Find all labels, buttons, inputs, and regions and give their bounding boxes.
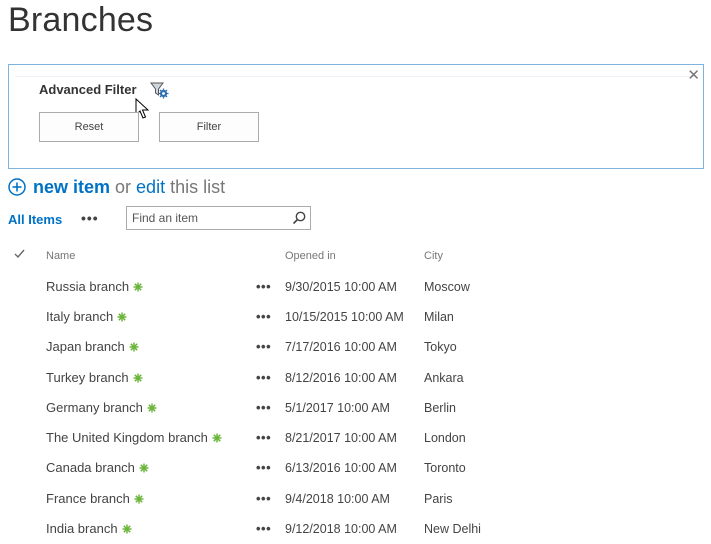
search-icon[interactable] xyxy=(292,211,306,225)
item-name-cell[interactable]: Turkey branch xyxy=(46,363,143,393)
new-item-link[interactable]: new item xyxy=(33,177,110,198)
opened-in-cell: 8/12/2016 10:00 AM xyxy=(285,371,397,385)
view-more-ellipsis[interactable]: ••• xyxy=(81,210,99,226)
opened-in-cell: 9/12/2018 10:00 AM xyxy=(285,522,397,536)
table-row[interactable]: Turkey branch ••• 8/12/2016 10:00 AM Ankara xyxy=(0,363,711,393)
new-item-icon xyxy=(117,312,127,322)
column-header-name[interactable]: Name xyxy=(46,250,75,262)
new-item-icon xyxy=(129,342,139,352)
search-box xyxy=(126,206,311,230)
advanced-filter-title: Advanced Filter xyxy=(39,82,137,97)
item-menu-ellipsis[interactable]: ••• xyxy=(256,484,271,514)
table-row[interactable]: India branch ••• 9/12/2018 10:00 AM New Del… xyxy=(0,514,711,544)
item-menu-ellipsis[interactable]: ••• xyxy=(256,363,271,393)
city-cell: Berlin xyxy=(424,401,456,415)
opened-in-cell: 5/1/2017 10:00 AM xyxy=(285,401,390,415)
new-item-icon xyxy=(139,463,149,473)
column-header-opened[interactable]: Opened in xyxy=(285,250,336,262)
table-row[interactable]: Italy branch ••• 10/15/2015 10:00 AM Milan xyxy=(0,302,711,332)
city-cell: Toronto xyxy=(424,461,466,475)
close-filter-icon[interactable]: ✕ xyxy=(687,66,700,84)
item-name-cell[interactable]: France branch xyxy=(46,484,144,514)
filter-settings-icon[interactable] xyxy=(149,81,169,99)
select-all-checkmark-icon[interactable] xyxy=(14,249,25,259)
this-list-text: this list xyxy=(170,176,226,197)
item-menu-ellipsis[interactable]: ••• xyxy=(256,453,271,483)
table-row[interactable]: Japan branch ••• 7/17/2016 10:00 AM Tokyo xyxy=(0,332,711,362)
city-cell: Tokyo xyxy=(424,340,457,354)
item-name-link[interactable]: Italy branch xyxy=(46,309,113,324)
item-name-cell[interactable]: The United Kingdom branch xyxy=(46,423,222,453)
item-name-cell[interactable]: Russia branch xyxy=(46,272,143,302)
edit-list-link[interactable]: edit xyxy=(136,177,165,198)
new-item-icon xyxy=(133,282,143,292)
city-cell: Paris xyxy=(424,492,453,506)
item-name-cell[interactable]: Canada branch xyxy=(46,453,149,483)
item-name-cell[interactable]: India branch xyxy=(46,514,132,544)
item-name-link[interactable]: Japan branch xyxy=(46,339,125,354)
view-all-items[interactable]: All Items xyxy=(8,212,62,227)
item-name-link[interactable]: India branch xyxy=(46,521,118,536)
item-menu-ellipsis[interactable]: ••• xyxy=(256,272,271,302)
new-item-icon xyxy=(133,373,143,383)
advanced-filter-panel: Advanced Filter ✕ Reset Filter xyxy=(8,64,704,169)
city-cell: Ankara xyxy=(424,371,464,385)
item-menu-ellipsis[interactable]: ••• xyxy=(256,514,271,544)
view-selector: All Items ••• xyxy=(8,207,98,231)
new-item-icon xyxy=(134,494,144,504)
city-cell: Milan xyxy=(424,310,454,324)
new-item-icon xyxy=(212,433,222,443)
opened-in-cell: 10/15/2015 10:00 AM xyxy=(285,310,404,324)
table-row[interactable]: Canada branch ••• 6/13/2016 10:00 AM Toront… xyxy=(0,453,711,483)
panel-divider xyxy=(15,76,697,77)
city-cell: New Delhi xyxy=(424,522,481,536)
table-row[interactable]: France branch ••• 9/4/2018 10:00 AM Paris xyxy=(0,484,711,514)
or-text: or xyxy=(115,176,132,197)
item-menu-ellipsis[interactable]: ••• xyxy=(256,302,271,332)
item-name-cell[interactable]: Germany branch xyxy=(46,393,157,423)
reset-button[interactable]: Reset xyxy=(39,112,139,142)
city-cell: Moscow xyxy=(424,280,470,294)
column-header-city[interactable]: City xyxy=(424,250,443,262)
item-name-link[interactable]: Germany branch xyxy=(46,400,143,415)
item-name-link[interactable]: Canada branch xyxy=(46,460,135,475)
item-menu-ellipsis[interactable]: ••• xyxy=(256,332,271,362)
opened-in-cell: 6/13/2016 10:00 AM xyxy=(285,461,397,475)
table-row[interactable]: The United Kingdom branch ••• 8/21/2017 10… xyxy=(0,423,711,453)
add-circle-icon[interactable] xyxy=(8,178,26,196)
page-title: Branches xyxy=(8,1,154,39)
list-header-row: Name Opened in City xyxy=(0,248,711,266)
filter-button[interactable]: Filter xyxy=(159,112,259,142)
opened-in-cell: 7/17/2016 10:00 AM xyxy=(285,340,397,354)
opened-in-cell: 9/30/2015 10:00 AM xyxy=(285,280,397,294)
new-item-icon xyxy=(147,403,157,413)
city-cell: London xyxy=(424,431,466,445)
opened-in-cell: 9/4/2018 10:00 AM xyxy=(285,492,390,506)
new-item-icon xyxy=(122,524,132,534)
item-menu-ellipsis[interactable]: ••• xyxy=(256,423,271,453)
table-row[interactable]: Russia branch ••• 9/30/2015 10:00 AM Moscow xyxy=(0,272,711,302)
item-name-link[interactable]: The United Kingdom branch xyxy=(46,430,208,445)
item-name-cell[interactable]: Japan branch xyxy=(46,332,139,362)
item-name-link[interactable]: Russia branch xyxy=(46,279,129,294)
table-row[interactable]: Germany branch ••• 5/1/2017 10:00 AM Berlin xyxy=(0,393,711,423)
item-name-link[interactable]: Turkey branch xyxy=(46,370,129,385)
item-name-cell[interactable]: Italy branch xyxy=(46,302,127,332)
item-menu-ellipsis[interactable]: ••• xyxy=(256,393,271,423)
opened-in-cell: 8/21/2017 10:00 AM xyxy=(285,431,397,445)
search-input[interactable] xyxy=(132,208,282,228)
new-item-toolbar: new item or edit this list xyxy=(8,175,225,199)
item-name-link[interactable]: France branch xyxy=(46,491,130,506)
